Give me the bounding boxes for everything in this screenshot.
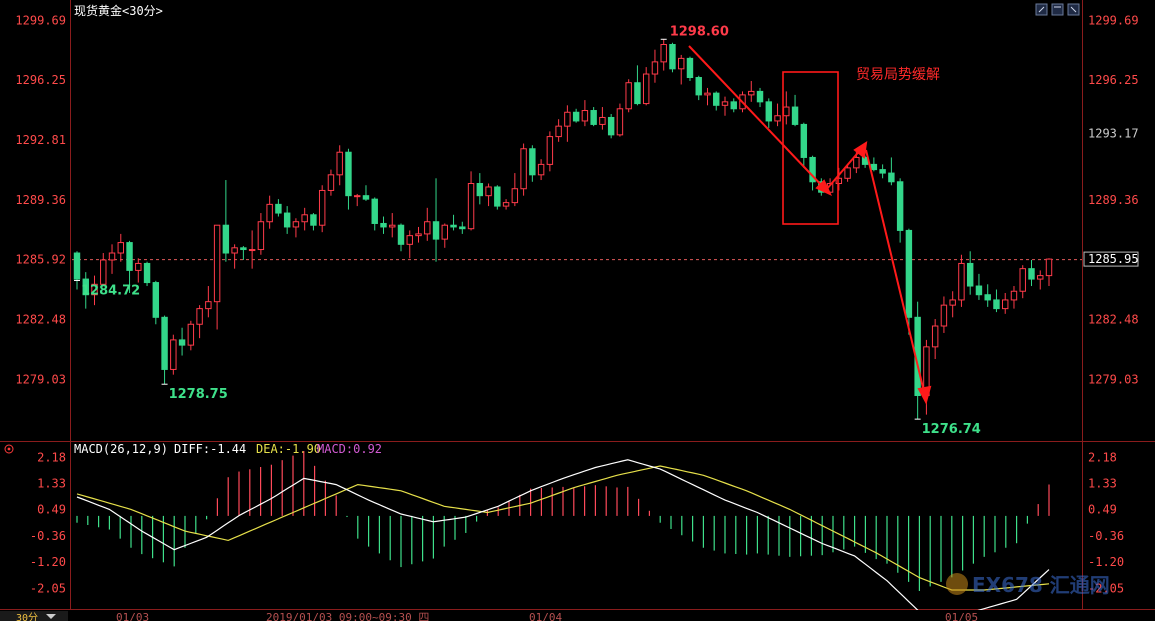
chart-canvas: 现货黄金<30分> 1299.69 1296.25 1292.81 1289.36 12… [0, 0, 1155, 621]
price-tick-left: 1285.92 [15, 253, 66, 267]
annotation-high: 1298.60 [670, 24, 729, 39]
macd-tick-left: -2.05 [30, 581, 66, 595]
candle [494, 185, 501, 210]
candle [616, 103, 624, 137]
macd-tick-left: 1.33 [37, 477, 66, 491]
chart-title: 现货黄金<30分> [74, 3, 163, 18]
macd-diff-label: DIFF:-1.44 [174, 442, 246, 456]
macd-tick-right: 0.49 [1088, 503, 1117, 517]
candle [520, 143, 527, 196]
time-axis: 30分 01/03 2019/01/03 09:00~09:30 四 01/04… [0, 610, 1155, 621]
candle [607, 114, 615, 139]
candle [686, 56, 694, 81]
price-tick-left: 1292.81 [15, 133, 66, 147]
macd-tick-right: 1.33 [1088, 477, 1117, 491]
svg-text:2019/01/03 09:00~09:30 四: 2019/01/03 09:00~09:30 四 [266, 611, 429, 621]
annotation-low-1: 1278.75 [169, 387, 228, 402]
price-tick-left: 1282.48 [15, 312, 66, 326]
svg-text:EX678 汇通网: EX678 汇通网 [972, 573, 1110, 597]
price-tick-right: 1282.48 [1088, 312, 1139, 326]
price-tick-left: 1279.03 [15, 372, 66, 386]
svg-text:30分: 30分 [16, 612, 38, 621]
candle [625, 79, 632, 113]
restore-icon[interactable] [1051, 3, 1064, 16]
candle [143, 261, 151, 287]
svg-text:01/05: 01/05 [945, 611, 978, 621]
price-tick-right: 1296.25 [1088, 73, 1139, 87]
macd-tick-left: -1.20 [30, 555, 66, 569]
macd-tick-left: 2.18 [37, 450, 66, 464]
price-tick-left: 1289.36 [15, 193, 66, 207]
candle [170, 334, 177, 375]
macd-tick-right: -1.20 [1088, 555, 1124, 569]
macd-title: MACD(26,12,9) [74, 442, 168, 456]
annotation-mid: 1284.72 [81, 283, 140, 298]
svg-text:01/03: 01/03 [116, 611, 149, 621]
macd-tick-left: -0.36 [30, 529, 66, 543]
svg-text:1285.95: 1285.95 [1088, 252, 1139, 266]
window-buttons[interactable] [1035, 3, 1080, 16]
price-tick-right: 1299.69 [1088, 13, 1139, 27]
annotation-note: 贸易局势缓解 [856, 67, 940, 83]
price-tick-right: 1279.03 [1088, 372, 1139, 386]
candle [152, 280, 160, 325]
candle [669, 42, 676, 73]
macd-tick-left: 0.49 [37, 503, 66, 517]
macd-dea-label: DEA:-1.90 [256, 442, 321, 456]
watermark-logo-icon [946, 573, 968, 595]
price-tick-right: 1289.36 [1088, 193, 1139, 207]
svg-text:01/04: 01/04 [529, 611, 562, 621]
macd-tick-right: 2.18 [1088, 450, 1117, 464]
macd-tick-right: -0.36 [1088, 529, 1124, 543]
price-tick-right: 1293.17 [1088, 127, 1139, 141]
current-price-tag: 1285.95 [1083, 251, 1139, 267]
candle [318, 185, 326, 233]
price-tick-left: 1296.25 [15, 73, 66, 87]
annotation-low-2: 1276.74 [922, 422, 981, 437]
price-tick-left: 1299.69 [15, 13, 66, 27]
macd-value-label: MACD:0.92 [317, 442, 382, 456]
